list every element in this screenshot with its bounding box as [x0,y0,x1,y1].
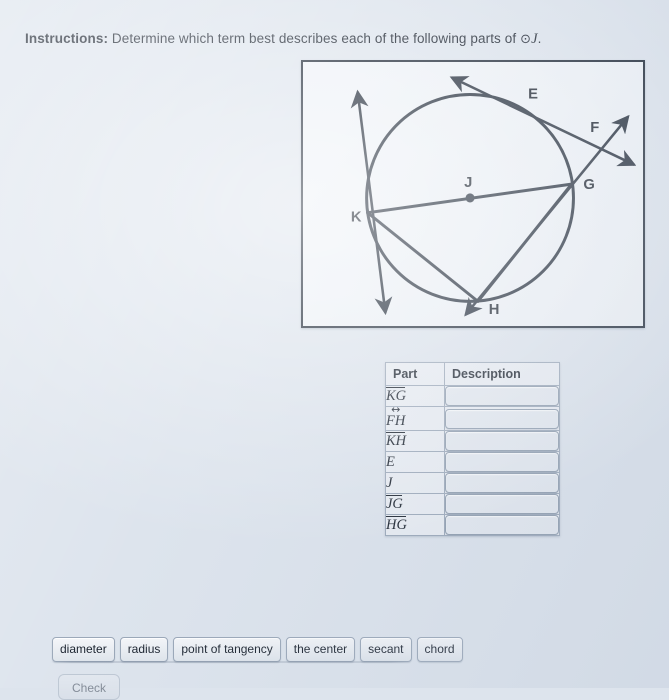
figure-label-f: F [590,120,599,136]
check-button[interactable]: Check [58,674,120,700]
tangent-line-at-e [449,76,637,167]
answer-bank-divider [50,661,410,663]
table-row: HG [385,514,560,536]
instructions-line: Instructions: Determine which term best … [25,30,645,48]
answer-cell-j [444,472,560,494]
answer-slot-jg[interactable] [445,494,559,514]
answer-cell-fh [444,406,560,431]
answer-cell-kh [444,430,560,452]
answer-cell-jg [444,493,560,515]
table-row: E [385,451,560,473]
answer-cell-kg [444,385,560,407]
overline-decoration: JG [386,495,403,512]
segment-hg [476,182,573,303]
figure-label-k: K [351,210,362,226]
table-row: KG [385,385,560,407]
answer-slot-j[interactable] [445,473,559,493]
answer-option-secant[interactable]: secant [360,637,412,662]
figure-label-g: G [583,177,595,193]
figure-label-j: J [464,175,472,191]
tangent-line-at-k [350,89,393,316]
part-label-kh: KH [385,430,445,452]
answer-cell-e [444,451,560,473]
circle-diagram-svg: E F G J K H [350,76,637,318]
answer-slot-kh[interactable] [445,431,559,451]
overline-decoration: KH [386,432,407,449]
answer-bank: diameter radius point of tangency the ce… [52,637,463,662]
figure-label-h: H [489,302,500,318]
answer-option-point-of-tangency[interactable]: point of tangency [173,637,281,662]
part-text-e: E [386,453,395,470]
part-label-j: J [385,472,445,494]
table-row: KH [385,430,560,452]
table-row: JG [385,493,560,515]
figure-label-e: E [528,86,538,102]
answer-slot-kg[interactable] [445,386,559,406]
column-header-description: Description [444,362,560,386]
double-arrow-icon: ↔ [391,403,401,416]
table-header-row: Part Description [385,362,560,386]
center-point-j [465,193,475,203]
part-label-e: E [385,451,445,473]
parts-description-table: Part Description KG ↔ FH KH E J JG HG [385,362,560,536]
answer-option-the-center[interactable]: the center [285,637,356,662]
circle-diagram-figure: E F G J K H [301,60,645,328]
circle-symbol-icon: ⊙ [520,32,532,47]
answer-slot-fh[interactable] [445,408,559,429]
table-row: J [385,472,560,494]
table-row: ↔ FH [385,403,560,431]
instructions-period: . [537,31,542,46]
part-label-hg: HG [385,514,445,536]
overline-decoration: HG [386,516,407,533]
part-label-jg: JG [385,493,445,515]
part-text-j: J [386,474,393,491]
answer-slot-e[interactable] [445,452,559,472]
column-header-part: Part [385,362,445,386]
answer-cell-hg [444,514,560,536]
answer-option-radius[interactable]: radius [119,637,169,662]
instructions-label: Instructions: [25,31,109,46]
part-label-fh: ↔ FH [385,403,445,431]
answer-option-diameter[interactable]: diameter [52,637,115,662]
answer-option-chord[interactable]: chord [416,637,463,662]
answer-slot-hg[interactable] [445,515,559,535]
line-decoration: ↔ FH [386,403,405,430]
instructions-text: Determine which term best describes each… [108,31,521,46]
